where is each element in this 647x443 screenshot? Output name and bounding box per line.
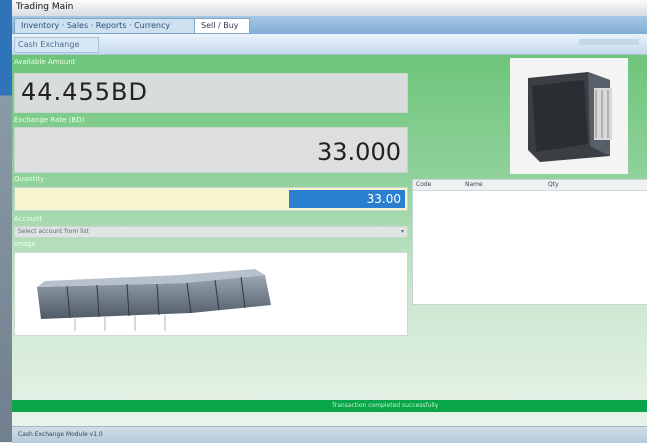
grid-col-qty[interactable]: Qty <box>548 181 559 188</box>
grid-col-name[interactable]: Name <box>465 181 483 188</box>
quantity-label: Quantity <box>14 175 45 183</box>
status-text: Transaction completed successfully <box>332 402 439 409</box>
account-label: Account <box>14 215 43 223</box>
image-label: Image <box>14 240 36 248</box>
rate-label: Exchange Rate (BD) <box>14 116 85 124</box>
rate-field[interactable]: 33.000 <box>14 127 408 173</box>
account-value: Select account from list <box>18 228 89 235</box>
tray-icon <box>37 269 271 331</box>
rate-value: 33.000 <box>317 138 401 166</box>
subheader-filler <box>579 39 639 45</box>
app-window: Trading Main Inventory · Sales · Reports… <box>0 0 647 443</box>
tab-main[interactable]: Inventory · Sales · Reports · Currency <box>14 18 196 34</box>
chevron-down-icon[interactable]: ▾ <box>401 228 404 235</box>
quantity-field[interactable]: 33.00 <box>14 187 408 211</box>
amount-value: 44.455BD <box>21 78 148 106</box>
folder-icon <box>510 58 628 174</box>
status-bar: Transaction completed successfully <box>12 400 647 412</box>
bottom-bar: Cash Exchange Module v1.0 <box>12 426 647 443</box>
product-photo <box>510 58 628 174</box>
main-panel: Available Amount 44.455BD Exchange Rate … <box>12 55 647 442</box>
title-bar: Trading Main <box>12 0 647 17</box>
bottom-text: Cash Exchange Module v1.0 <box>18 431 103 438</box>
tray-image-box <box>14 252 408 336</box>
amount-field[interactable]: 44.455BD <box>14 73 408 113</box>
sub-header: Cash Exchange <box>12 34 647 55</box>
window-title: Trading Main <box>16 2 74 12</box>
tab-bar: Inventory · Sales · Reports · Currency S… <box>12 16 647 35</box>
left-rail <box>0 0 12 442</box>
quantity-value: 33.00 <box>289 190 405 208</box>
amount-label: Available Amount <box>14 58 76 66</box>
tab-sell-buy[interactable]: Sell / Buy <box>194 18 250 34</box>
subheader-title: Cash Exchange <box>14 37 99 53</box>
items-grid[interactable]: Code Name Qty <box>412 179 647 305</box>
account-select[interactable]: Select account from list ▾ <box>14 226 408 238</box>
grid-header: Code Name Qty <box>413 180 647 191</box>
grid-col-code[interactable]: Code <box>416 181 431 188</box>
